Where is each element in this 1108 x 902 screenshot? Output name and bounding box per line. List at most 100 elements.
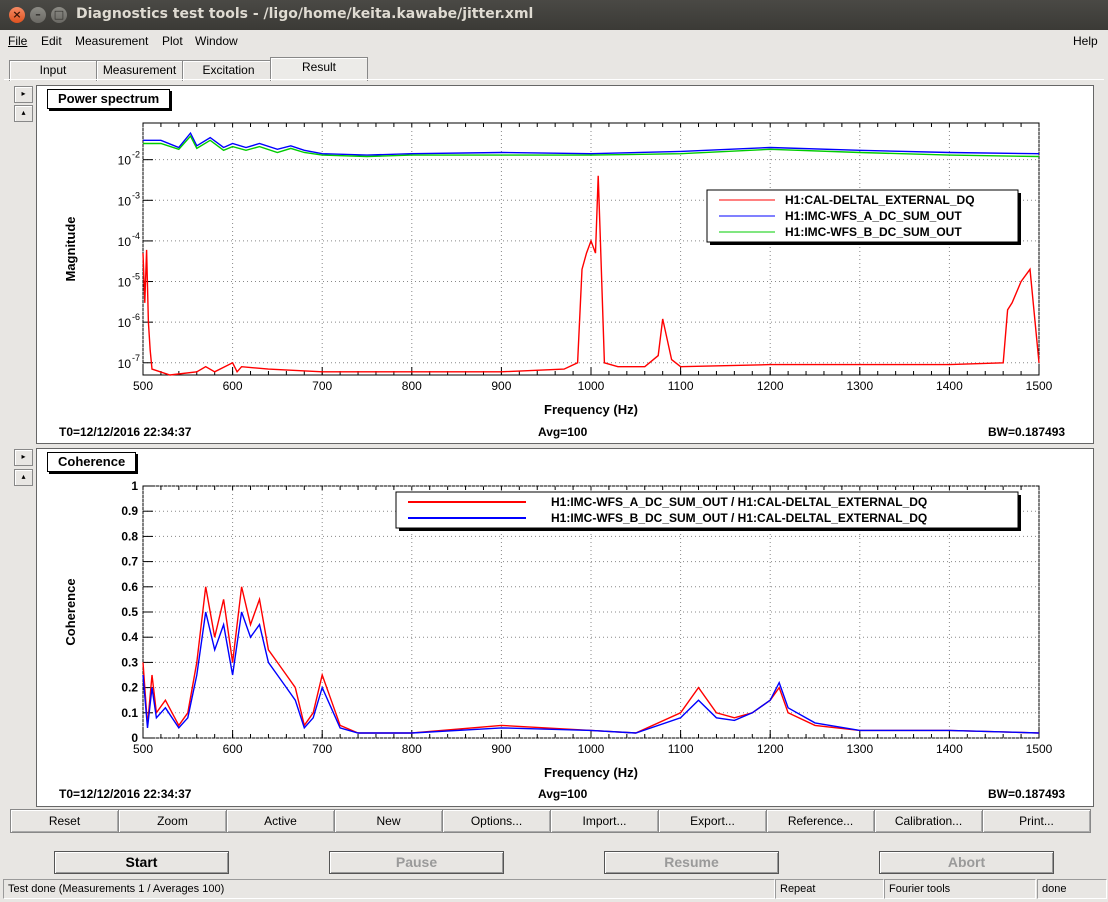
start-button[interactable]: Start bbox=[54, 851, 229, 874]
bw-label: BW=0.187493 bbox=[988, 425, 1066, 439]
coherence-panel[interactable]: 500 600 700 800 900 1000 1100 1200 1300 1400 1500 0… bbox=[36, 448, 1094, 807]
y-axis-label: Coherence bbox=[63, 578, 78, 645]
x-tick-label: 900 bbox=[491, 379, 511, 393]
y-tick-label: 10 bbox=[118, 194, 132, 208]
y-tick-label: 0.9 bbox=[121, 504, 138, 518]
y-tick-label: 10 bbox=[118, 276, 132, 290]
print-button[interactable]: Print... bbox=[982, 809, 1091, 833]
x-tick-label: 1000 bbox=[578, 742, 605, 756]
expand-arrow-icon[interactable]: ▸ bbox=[14, 449, 33, 466]
tab-divider bbox=[4, 79, 1104, 80]
y-tick-label: 0.5 bbox=[121, 605, 138, 619]
window-title: Diagnostics test tools - /ligo/home/keit… bbox=[76, 6, 534, 22]
menu-window[interactable]: Window bbox=[195, 34, 238, 48]
x-tick-label: 700 bbox=[312, 742, 332, 756]
y-tick-label: 1 bbox=[131, 479, 138, 493]
x-tick-label: 1400 bbox=[936, 379, 963, 393]
y-tick-exponent: -2 bbox=[132, 150, 140, 160]
y-tick-exponent: -6 bbox=[132, 312, 140, 322]
y-tick-label: 0.1 bbox=[121, 706, 138, 720]
x-tick-label: 700 bbox=[312, 379, 332, 393]
y-tick-label: 10 bbox=[118, 357, 132, 371]
x-tick-label: 1300 bbox=[846, 742, 873, 756]
y-tick-label: 10 bbox=[118, 316, 132, 330]
x-tick-label: 1100 bbox=[668, 379, 694, 393]
y-tick-exponent: -4 bbox=[132, 231, 140, 241]
pause-button[interactable]: Pause bbox=[329, 851, 504, 874]
y-tick-exponent: -5 bbox=[132, 272, 140, 282]
menu-edit[interactable]: Edit bbox=[41, 34, 62, 48]
y-tick-exponent: -7 bbox=[132, 353, 140, 363]
legend-label: H1:IMC-WFS_B_DC_SUM_OUT / H1:CAL-DELTAL_… bbox=[551, 511, 927, 525]
collapse-arrow-icon[interactable]: ▴ bbox=[14, 469, 33, 486]
x-tick-label: 500 bbox=[133, 379, 153, 393]
power-spectrum-chart[interactable]: 500 600 700 800 900 1000 1100 1200 1300 1400 1500 1… bbox=[37, 86, 1093, 443]
coherence-chart[interactable]: 500 600 700 800 900 1000 1100 1200 1300 1400 15000… bbox=[37, 449, 1093, 806]
legend-label: H1:IMC-WFS_A_DC_SUM_OUT bbox=[785, 209, 962, 223]
x-tick-label: 1100 bbox=[668, 742, 694, 756]
y-axis-label: Magnitude bbox=[63, 217, 78, 282]
x-tick-label: 1200 bbox=[757, 742, 784, 756]
t0-label: T0=12/12/2016 22:34:37 bbox=[59, 425, 192, 439]
y-tick-label: 0.2 bbox=[121, 681, 138, 695]
y-tick-label: 10 bbox=[118, 235, 132, 249]
legend-label: H1:CAL-DELTAL_EXTERNAL_DQ bbox=[785, 193, 975, 207]
y-tick-label: 0.3 bbox=[121, 655, 138, 669]
export-button[interactable]: Export... bbox=[658, 809, 767, 833]
active-button[interactable]: Active bbox=[226, 809, 335, 833]
avg-label: Avg=100 bbox=[538, 425, 588, 439]
reference-button[interactable]: Reference... bbox=[766, 809, 875, 833]
menu-help[interactable]: Help bbox=[1073, 34, 1098, 48]
y-tick-label: 0.7 bbox=[121, 555, 138, 569]
maximize-window-icon[interactable]: □ bbox=[51, 7, 67, 23]
power-spectrum-label: Power spectrum bbox=[47, 89, 171, 109]
options-button[interactable]: Options... bbox=[442, 809, 551, 833]
menu-file[interactable]: File bbox=[8, 34, 27, 48]
collapse-arrow-icon[interactable]: ▴ bbox=[14, 105, 33, 122]
y-tick-label: 0.4 bbox=[121, 630, 138, 644]
status-message: Test done (Measurements 1 / Averages 100… bbox=[3, 879, 775, 899]
menu-plot[interactable]: Plot bbox=[162, 34, 183, 48]
x-axis-label: Frequency (Hz) bbox=[544, 765, 638, 780]
x-tick-label: 800 bbox=[402, 742, 422, 756]
plot-toolbar: Reset Zoom Active New Options... Import.… bbox=[10, 809, 1094, 833]
bw-label: BW=0.187493 bbox=[988, 787, 1066, 801]
tab-result[interactable]: Result bbox=[270, 57, 368, 81]
x-tick-label: 1400 bbox=[936, 742, 963, 756]
calibration-button[interactable]: Calibration... bbox=[874, 809, 983, 833]
menu-bar: File Edit Measurement Plot Window Help bbox=[0, 30, 1108, 52]
tab-measurement[interactable]: Measurement bbox=[96, 60, 183, 81]
x-tick-label: 1300 bbox=[846, 379, 873, 393]
reset-button[interactable]: Reset bbox=[10, 809, 119, 833]
x-axis-label: Frequency (Hz) bbox=[544, 402, 638, 417]
legend-label: H1:IMC-WFS_B_DC_SUM_OUT bbox=[785, 225, 962, 239]
y-tick-exponent: -3 bbox=[132, 190, 140, 200]
plot-frame bbox=[142, 122, 1040, 376]
expand-arrow-icon[interactable]: ▸ bbox=[14, 86, 33, 103]
x-tick-label: 1500 bbox=[1026, 379, 1053, 393]
x-tick-label: 1500 bbox=[1026, 742, 1053, 756]
resume-button[interactable]: Resume bbox=[604, 851, 779, 874]
x-tick-label: 600 bbox=[223, 742, 243, 756]
close-window-icon[interactable]: × bbox=[9, 7, 25, 23]
avg-label: Avg=100 bbox=[538, 787, 588, 801]
power-spectrum-panel[interactable]: 500 600 700 800 900 1000 1100 1200 1300 1400 1500 1… bbox=[36, 85, 1094, 444]
new-button[interactable]: New bbox=[334, 809, 443, 833]
status-tool: Fourier tools bbox=[884, 879, 1036, 899]
tab-bar: Input Measurement Excitation Result bbox=[0, 56, 1108, 81]
status-state: done bbox=[1037, 879, 1107, 899]
minimize-window-icon[interactable]: – bbox=[30, 7, 46, 23]
menu-measurement[interactable]: Measurement bbox=[75, 34, 148, 48]
y-tick-label: 0 bbox=[131, 731, 138, 745]
x-tick-label: 800 bbox=[402, 379, 422, 393]
tab-input[interactable]: Input bbox=[9, 60, 97, 81]
status-bar: Test done (Measurements 1 / Averages 100… bbox=[0, 879, 1108, 899]
zoom-button[interactable]: Zoom bbox=[118, 809, 227, 833]
import-button[interactable]: Import... bbox=[550, 809, 659, 833]
status-mode: Repeat bbox=[775, 879, 884, 899]
legend-label: H1:IMC-WFS_A_DC_SUM_OUT / H1:CAL-DELTAL_… bbox=[551, 495, 927, 509]
tab-excitation[interactable]: Excitation bbox=[182, 60, 275, 81]
y-tick-label: 0.6 bbox=[121, 580, 138, 594]
x-tick-label: 600 bbox=[223, 379, 243, 393]
abort-button[interactable]: Abort bbox=[879, 851, 1054, 874]
